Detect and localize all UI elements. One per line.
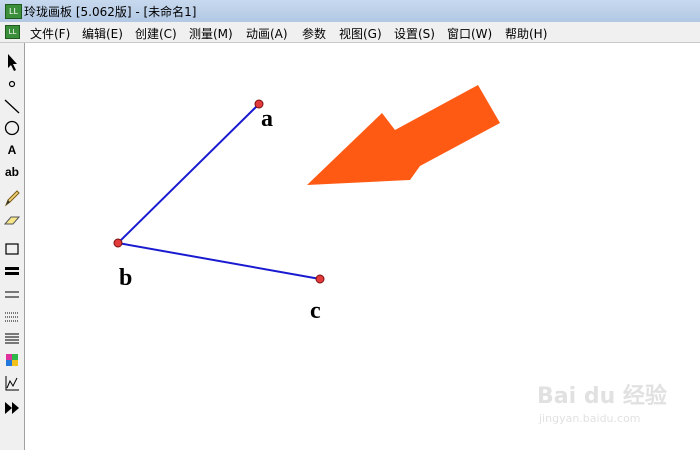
menu-settings[interactable]: 设置(S) — [394, 25, 435, 42]
app-icon: LL — [5, 4, 22, 19]
document-icon[interactable]: LL — [5, 25, 20, 39]
segment-tool-icon[interactable] — [2, 96, 22, 116]
point-c[interactable] — [315, 274, 325, 284]
title-bar: LL 玲珑画板 [5.062版] - [未命名1] — [0, 0, 700, 23]
graph-tool-icon[interactable] — [2, 373, 22, 393]
dotted-line-icon[interactable] — [2, 307, 22, 327]
menu-bar: LL 文件(F) 编辑(E) 创建(C) 测量(M) 动画(A) 参数 视图(G… — [0, 22, 700, 43]
watermark-logo: Bai du 经验 — [537, 384, 667, 409]
label-tool-icon[interactable]: ab — [0, 165, 24, 179]
point-b[interactable] — [113, 238, 123, 248]
text-tool-icon[interactable]: A — [0, 143, 24, 157]
menu-window[interactable]: 窗口(W) — [447, 25, 492, 42]
watermark-url: jingyan.baidu.com — [539, 412, 641, 425]
menu-measure[interactable]: 测量(M) — [189, 25, 233, 42]
pencil-tool-icon[interactable] — [2, 188, 22, 208]
menu-edit[interactable]: 编辑(E) — [82, 25, 123, 42]
point-label-a[interactable]: a — [261, 106, 273, 133]
point-label-c[interactable]: c — [310, 298, 321, 325]
menu-animate[interactable]: 动画(A) — [246, 25, 288, 42]
fast-forward-icon[interactable] — [2, 398, 22, 418]
select-arrow-icon[interactable] — [2, 52, 22, 72]
thick-line-icon[interactable] — [2, 261, 22, 281]
segment-bc[interactable] — [117, 242, 321, 280]
point-label-b[interactable]: b — [119, 265, 132, 292]
menu-view[interactable]: 视图(G) — [339, 25, 382, 42]
line-style-icon[interactable] — [2, 329, 22, 349]
watermark: Bai du 经验 jingyan.baidu.com — [537, 378, 697, 448]
menu-create[interactable]: 创建(C) — [135, 25, 177, 42]
menu-file[interactable]: 文件(F) — [30, 25, 70, 42]
color-palette-icon[interactable] — [2, 351, 22, 371]
tool-palette: A ab — [0, 43, 25, 450]
window-title: 玲珑画板 [5.062版] - [未命名1] — [24, 5, 197, 19]
circle-tool-icon[interactable] — [2, 118, 22, 138]
menu-params[interactable]: 参数 — [302, 25, 326, 42]
point-tool-icon[interactable] — [2, 74, 22, 94]
thin-line-icon[interactable] — [2, 285, 22, 305]
eraser-tool-icon[interactable] — [2, 210, 22, 230]
segment-ab[interactable] — [117, 103, 260, 244]
menu-help[interactable]: 帮助(H) — [505, 25, 547, 42]
orange-arrow — [307, 85, 500, 185]
rectangle-tool-icon[interactable] — [2, 239, 22, 259]
